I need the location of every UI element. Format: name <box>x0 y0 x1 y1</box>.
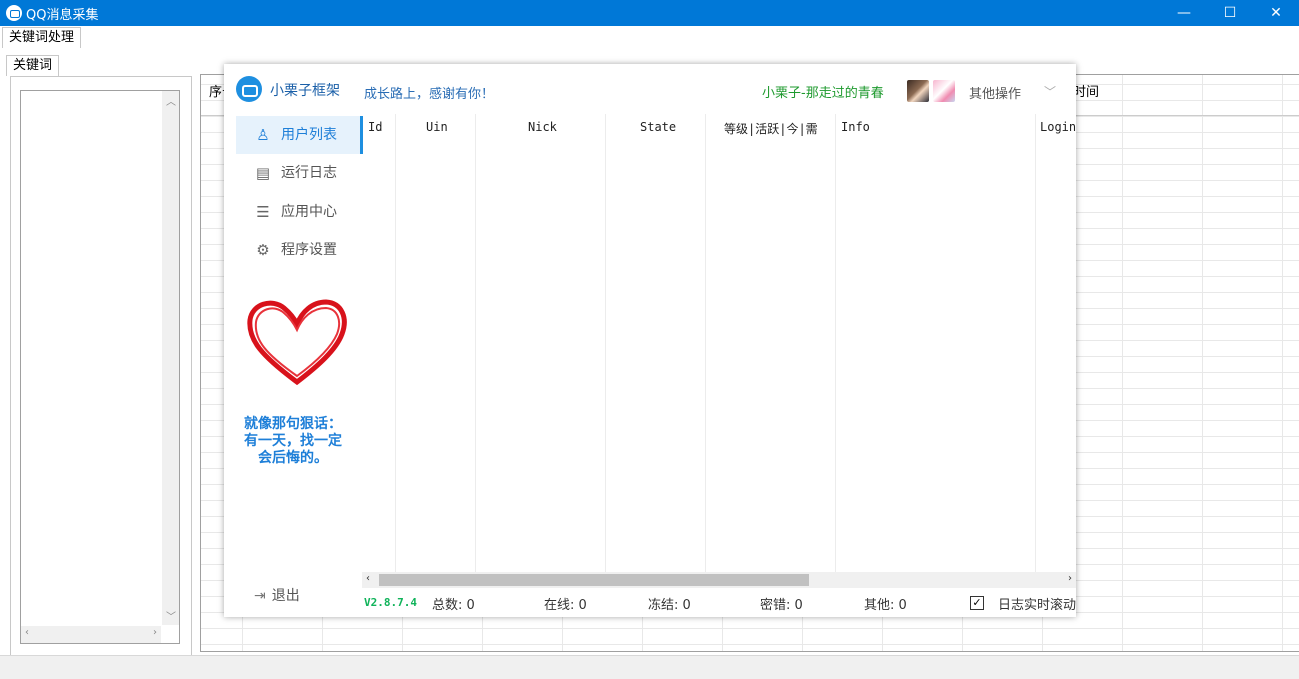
maximize-button[interactable]: ☐ <box>1207 0 1253 26</box>
avatar-secondary[interactable] <box>933 80 955 102</box>
quote-text: 就像那句狠话： 有一天，找一定 会后悔的。 <box>234 416 352 467</box>
quote-line: 就像那句狠话： <box>244 416 342 432</box>
framework-logo-icon <box>236 76 262 102</box>
column-divider <box>705 114 706 572</box>
framework-slogan: 成长路上，感谢有你！ <box>364 87 495 102</box>
heart-image <box>247 299 347 386</box>
quote-line: 会后悔的。 <box>258 450 328 466</box>
nav-item-user-list[interactable]: ♙ 用户列表 <box>236 116 363 154</box>
scroll-right-icon[interactable]: › <box>1068 573 1072 584</box>
other-operations-menu[interactable]: 其他操作 <box>969 83 1021 102</box>
document-icon: ▤ <box>255 164 271 182</box>
scroll-up-icon[interactable]: ︿ <box>166 93 176 108</box>
tab-keyword[interactable]: 关键词 <box>6 55 60 76</box>
column-divider <box>1035 114 1036 572</box>
tab-keyword-processing[interactable]: 关键词处理 <box>2 27 82 48</box>
framework-user-text: 小栗子-那走过的青春 <box>762 86 884 101</box>
quote-line: 有一天，找一定 <box>244 433 342 449</box>
nav-item-settings[interactable]: ⚙ 程序设置 <box>236 231 360 269</box>
nav-item-label: 应用中心 <box>281 204 337 220</box>
log-scroll-label[interactable]: 日志实时滚动 <box>998 594 1076 613</box>
scroll-left-icon[interactable]: ‹ <box>366 573 370 584</box>
nav-item-label: 程序设置 <box>281 242 337 258</box>
close-button[interactable]: ✕ <box>1253 0 1299 26</box>
scroll-down-icon[interactable]: ﹀ <box>166 608 176 623</box>
nav-item-label: 用户列表 <box>281 127 337 143</box>
grid-header-time[interactable]: 时间 <box>1073 81 1099 100</box>
column-header-login-time[interactable]: LoginT <box>1040 120 1076 134</box>
chevron-down-icon[interactable]: ﹀ <box>1044 83 1056 100</box>
column-header-id[interactable]: Id <box>368 120 382 134</box>
online-count: 在线: 0 <box>544 598 587 613</box>
version-label: V2.8.7.4 <box>364 596 417 609</box>
minimize-button[interactable]: — <box>1161 0 1207 26</box>
other-count: 其他: 0 <box>864 598 907 613</box>
log-scroll-checkbox[interactable]: ✓ <box>970 596 984 610</box>
status-bar <box>0 655 1299 679</box>
list-icon: ☰ <box>256 203 270 221</box>
keyword-horizontal-scrollbar[interactable]: ‹ › <box>21 626 161 643</box>
column-divider <box>605 114 606 572</box>
column-header-uin[interactable]: Uin <box>426 120 448 134</box>
column-header-info[interactable]: Info <box>841 120 870 134</box>
avatar[interactable] <box>907 80 929 102</box>
user-icon: ♙ <box>256 126 270 144</box>
column-header-nick[interactable]: Nick <box>528 120 557 134</box>
keyword-listbox[interactable]: ︿ ﹀ ‹ › <box>20 90 180 644</box>
main-tab-strip: 关键词处理 <box>0 26 1299 49</box>
scroll-right-icon[interactable]: › <box>153 627 157 638</box>
nav-item-app-center[interactable]: ☰ 应用中心 <box>236 193 360 231</box>
logout-icon: ⇥ <box>254 588 266 604</box>
framework-window: 小栗子框架 成长路上，感谢有你！ 小栗子-那走过的青春 其他操作 ﹀ ♙ 用户列… <box>224 64 1076 617</box>
gear-icon: ⚙ <box>256 241 270 259</box>
status-footer: V2.8.7.4 总数: 0 在线: 0 冻结: 0 密错: 0 其他: 0 ✓… <box>360 592 1076 616</box>
title-bar: QQ消息采集 — ☐ ✕ <box>0 0 1299 26</box>
user-table[interactable]: Id Uin Nick State 等级|活跃|今|需 Info LoginT <box>360 114 1076 572</box>
scrollbar-thumb[interactable] <box>379 574 809 586</box>
table-horizontal-scrollbar[interactable]: ‹ › <box>362 572 1076 588</box>
frozen-count: 冻结: 0 <box>648 598 691 613</box>
window-title: QQ消息采集 <box>26 8 99 23</box>
total-count: 总数: 0 <box>432 598 475 613</box>
nav-item-label: 运行日志 <box>281 165 337 181</box>
column-header-level[interactable]: 等级|活跃|今|需 <box>724 120 818 137</box>
framework-app-name: 小栗子框架 <box>270 83 340 99</box>
column-header-state[interactable]: State <box>640 120 676 134</box>
column-divider <box>395 114 396 572</box>
column-divider <box>475 114 476 572</box>
keyword-vertical-scrollbar[interactable]: ︿ ﹀ <box>162 91 179 625</box>
nav-item-run-log[interactable]: ▤ 运行日志 <box>236 154 360 192</box>
scroll-left-icon[interactable]: ‹ <box>25 627 29 638</box>
column-divider <box>835 114 836 572</box>
logout-button[interactable]: ⇥ 退出 <box>254 585 300 605</box>
password-error-count: 密错: 0 <box>760 598 803 613</box>
logout-label: 退出 <box>271 588 300 604</box>
app-icon <box>6 5 22 21</box>
